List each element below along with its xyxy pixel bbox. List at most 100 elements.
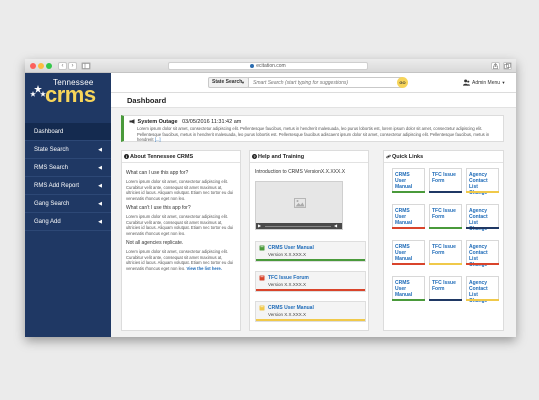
crms-logo[interactable]: Tennessee crms <box>25 73 111 117</box>
chevron-down-icon: ▼ <box>501 80 506 85</box>
address-bar[interactable]: ecitation.com <box>168 62 368 70</box>
url-text: ecitation.com <box>256 63 286 69</box>
alert-more-link[interactable]: [...] <box>155 137 161 142</box>
quick-link-tile[interactable]: CRMS User Manual <box>392 168 425 193</box>
sidebar-item-dashboard[interactable]: Dashboard <box>25 123 111 141</box>
smart-search-input[interactable] <box>248 77 403 88</box>
sidebar-item-label: RMS Search <box>34 165 69 171</box>
quick-links-header: Quick Links <box>384 151 503 163</box>
alert-timestamp: 03/05/2016 11:31:42 am <box>182 119 242 125</box>
video-controls: ▶ ◀ <box>256 223 342 229</box>
search-scope-dropdown[interactable]: State Search ▼ <box>208 77 249 88</box>
book-icon <box>259 245 265 251</box>
color-bar <box>466 299 499 301</box>
alert-title: System Outage <box>137 119 178 125</box>
forward-button[interactable]: › <box>68 62 77 70</box>
globe-icon <box>250 63 255 68</box>
system-outage-alert: System Outage 03/05/2016 11:31:42 am Lor… <box>121 115 504 142</box>
back-button[interactable]: ‹ <box>58 62 67 70</box>
quick-link-tile[interactable]: TFC Issue Form <box>429 240 462 265</box>
color-bar <box>392 191 425 193</box>
alert-body: Lorem ipsum dolor sit amet, consectetur … <box>137 126 502 143</box>
sidebar-toggle-icon[interactable] <box>81 62 91 70</box>
view-list-link[interactable]: View the list here. <box>187 266 222 271</box>
share-icon[interactable] <box>491 62 500 70</box>
sidebar-item-label: Dashboard <box>34 129 64 135</box>
sidebar-item-rms-search[interactable]: RMS Search ◀ <box>25 159 111 177</box>
about-paragraph: Lorem ipsum dolor sit amet, consectetur … <box>126 214 234 236</box>
color-bar <box>256 289 365 291</box>
page-header: Dashboard <box>111 93 516 108</box>
quick-link-tile[interactable]: TFC Issue Form <box>429 168 462 193</box>
close-window-icon[interactable] <box>30 63 36 69</box>
help-item-title: TFC Issue Forum <box>268 275 309 281</box>
image-placeholder-icon <box>294 198 306 208</box>
caret-left-icon: ◀ <box>98 147 102 153</box>
play-icon[interactable]: ▶ <box>258 224 261 228</box>
sidebar-item-label: Gang Add <box>34 219 61 225</box>
tabs-icon[interactable] <box>503 62 512 70</box>
tennessee-stars-icon <box>30 85 46 97</box>
about-card-title: About Tennessee CRMS <box>130 154 194 160</box>
quick-link-label: CRMS User Manual <box>395 172 413 190</box>
quick-link-tile[interactable]: CRMS User Manual <box>392 276 425 301</box>
help-item-tfc-issue-forum[interactable]: TFC Issue Forum Version X.X.XXX.X <box>255 271 366 292</box>
help-intro-text: Introduction to CRMS VersionX.X.XXX.X <box>255 169 346 175</box>
sidebar-item-rms-add-report[interactable]: RMS Add Report ◀ <box>25 177 111 195</box>
alert-body-text: Lorem ipsum dolor sit amet, consectetur … <box>137 126 490 142</box>
help-item-version: Version X.X.XXX.X <box>268 252 307 257</box>
quick-link-tile[interactable]: CRMS User Manual <box>392 240 425 265</box>
caret-left-icon: ◀ <box>98 201 102 207</box>
maximize-window-icon[interactable] <box>46 63 52 69</box>
quick-links-title: Quick Links <box>392 154 424 160</box>
help-item-title: CRMS User Manual <box>268 245 314 251</box>
quick-link-tile[interactable]: Agency Contact List Change <box>466 168 499 196</box>
color-bar <box>392 299 425 301</box>
help-card-title: Help and Training <box>258 154 305 160</box>
book-icon <box>259 275 265 281</box>
browser-chrome: ‹ › ecitation.com <box>25 59 516 73</box>
help-item-crms-user-manual[interactable]: CRMS User Manual Version X.X.XXX.X <box>255 241 366 262</box>
main-content: Dashboard System Outage 03/05/2016 11:31… <box>111 93 516 337</box>
minimize-window-icon[interactable] <box>38 63 44 69</box>
info-icon <box>124 154 129 159</box>
color-bar <box>429 191 462 193</box>
sidebar-item-label: RMS Add Report <box>34 183 80 189</box>
about-question: What can't I use this app for? <box>126 205 191 211</box>
color-bar <box>256 259 365 261</box>
admin-menu-label: Admin Menu <box>472 80 501 86</box>
sidebar-item-gang-add[interactable]: Gang Add ◀ <box>25 213 111 231</box>
quick-link-label: CRMS User Manual <box>395 244 413 262</box>
quick-link-tile[interactable]: Agency Contact List Change <box>466 276 499 304</box>
volume-icon[interactable]: ◀ <box>334 224 337 228</box>
quick-link-label: CRMS User Manual <box>395 208 413 226</box>
link-icon <box>386 154 391 159</box>
quick-link-tile[interactable]: TFC Issue Form <box>429 276 462 301</box>
about-question: What can I use this app for? <box>126 170 189 176</box>
alert-header: System Outage 03/05/2016 11:31:42 am <box>129 119 241 125</box>
caret-left-icon: ◀ <box>98 219 102 225</box>
search-go-button[interactable]: GO <box>397 77 408 88</box>
color-bar <box>429 299 462 301</box>
sidebar-item-gang-search[interactable]: Gang Search ◀ <box>25 195 111 213</box>
top-bar: State Search ▼ GO Admin Menu ▼ <box>111 73 516 93</box>
quick-link-label: TFC Issue Form <box>432 172 456 184</box>
quick-links-card: Quick Links CRMS User Manual TFC Issue F… <box>383 150 504 331</box>
help-item-crms-user-manual-2[interactable]: CRMS User Manual Version X.X.XXX.X <box>255 301 366 322</box>
quick-link-tile[interactable]: Agency Contact List Change <box>466 240 499 268</box>
admin-menu[interactable]: Admin Menu ▼ <box>463 78 505 88</box>
sidebar-item-label: State Search <box>34 147 69 153</box>
sidebar-item-state-search[interactable]: State Search ◀ <box>25 141 111 159</box>
about-question: Not all agencies replicate. <box>126 240 184 246</box>
help-item-version: Version X.X.XXX.X <box>268 282 307 287</box>
logo-app-name: crms <box>45 82 96 107</box>
intro-video-player[interactable]: ▶ ◀ <box>255 181 343 230</box>
quick-link-tile[interactable]: CRMS User Manual <box>392 204 425 229</box>
sidebar: Tennessee crms Dashboard State Search ◀ … <box>25 73 111 337</box>
color-bar <box>256 319 365 321</box>
color-bar <box>466 191 499 193</box>
quick-link-tile[interactable]: TFC Issue Form <box>429 204 462 229</box>
video-progress-track[interactable] <box>265 225 331 227</box>
browser-window: ‹ › ecitation.com Tennessee crms Dashboa… <box>25 59 516 337</box>
quick-link-tile[interactable]: Agency Contact List Change <box>466 204 499 232</box>
